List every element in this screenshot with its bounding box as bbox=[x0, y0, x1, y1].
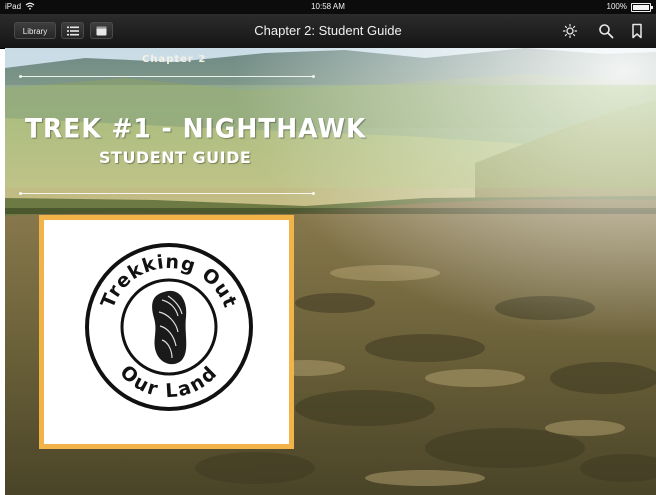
list-icon bbox=[66, 26, 79, 36]
reader-toolbar: Library Chapter 2: Student Guide bbox=[0, 14, 656, 49]
battery-percent: 100% bbox=[606, 2, 627, 11]
book-subtitle: STUDENT GUIDE bbox=[99, 148, 252, 167]
top-divider-line bbox=[19, 75, 315, 78]
book-title: TREK #1 - NIGHTHAWK bbox=[25, 113, 367, 144]
bottom-divider-line bbox=[19, 192, 315, 195]
library-button[interactable]: Library bbox=[14, 22, 56, 39]
bookmark-icon[interactable] bbox=[629, 23, 645, 39]
battery-icon bbox=[631, 2, 653, 12]
toolbar-title: Chapter 2: Student Guide bbox=[254, 23, 402, 38]
trekking-out-our-land-logo: Trekking Out Our Land bbox=[85, 243, 253, 411]
chapter-label: Chapter 2 bbox=[142, 54, 207, 65]
footprint-icon bbox=[152, 290, 187, 365]
status-right: 100% bbox=[606, 0, 653, 14]
ibooks-screen: iPad 10:58 AM 100% Library Chapter 2: St… bbox=[0, 0, 656, 495]
notes-button[interactable] bbox=[90, 22, 113, 39]
status-bar: iPad 10:58 AM 100% bbox=[0, 0, 656, 14]
status-time: 10:58 AM bbox=[311, 2, 345, 11]
search-icon[interactable] bbox=[598, 23, 614, 39]
table-of-contents-button[interactable] bbox=[61, 22, 84, 39]
notes-icon bbox=[96, 26, 107, 36]
brightness-icon[interactable] bbox=[562, 23, 578, 39]
book-page[interactable]: Chapter 2 TREK #1 - NIGHTHAWK STUDENT GU… bbox=[5, 48, 656, 495]
logo-card: Trekking Out Our Land bbox=[39, 215, 294, 449]
